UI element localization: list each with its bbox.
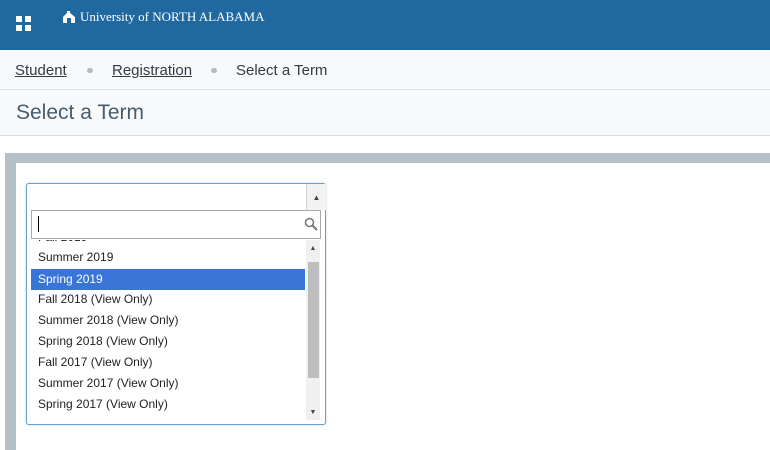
term-select-dropdown[interactable]: ▲ Fall 2019 Summer 2019 Spring 2019 Fall… — [26, 183, 326, 425]
scrollbar-thumb[interactable] — [308, 262, 319, 378]
triangle-up-icon[interactable]: ▲ — [306, 184, 326, 210]
breadcrumb-student-link[interactable]: Student — [15, 62, 67, 79]
term-option-selected[interactable]: Spring 2019 — [31, 269, 305, 290]
top-header-bar: University of NORTH ALABAMA — [0, 0, 770, 50]
breadcrumb-separator — [87, 68, 93, 73]
university-logo[interactable]: University of NORTH ALABAMA — [62, 8, 264, 26]
logo-text: University of NORTH ALABAMA — [80, 9, 265, 24]
magnifier-icon — [304, 217, 318, 231]
page-title: Select a Term — [16, 101, 144, 124]
term-option[interactable]: Fall 2018 (View Only) — [31, 289, 305, 310]
scroll-down-arrow-icon[interactable]: ▼ — [306, 404, 320, 420]
una-building-icon — [63, 10, 75, 23]
term-option[interactable]: Spring 2018 (View Only) — [31, 331, 305, 352]
term-options-list: Fall 2019 Summer 2019 Spring 2019 Fall 2… — [31, 240, 305, 420]
term-option[interactable]: Summer 2017 (View Only) — [31, 373, 305, 394]
breadcrumb-separator — [211, 68, 217, 73]
term-option[interactable]: Summer 2019 — [31, 247, 305, 268]
scroll-up-arrow-icon[interactable]: ▲ — [306, 240, 320, 256]
breadcrumb-current: Select a Term — [236, 62, 328, 79]
term-search-input[interactable] — [32, 211, 292, 238]
term-search-box[interactable] — [31, 210, 321, 239]
breadcrumb-registration-link[interactable]: Registration — [112, 62, 192, 79]
term-option[interactable]: Spring 2017 (View Only) — [31, 394, 305, 415]
app-grid-icon[interactable] — [16, 16, 32, 32]
text-caret — [38, 216, 39, 232]
term-option[interactable]: Fall 2017 (View Only) — [31, 352, 305, 373]
term-option[interactable]: Summer 2018 (View Only) — [31, 310, 305, 331]
breadcrumb: Student Registration Select a Term — [0, 50, 770, 90]
term-select-display[interactable] — [27, 184, 325, 211]
options-scrollbar[interactable]: ▲ ▼ — [306, 240, 320, 420]
